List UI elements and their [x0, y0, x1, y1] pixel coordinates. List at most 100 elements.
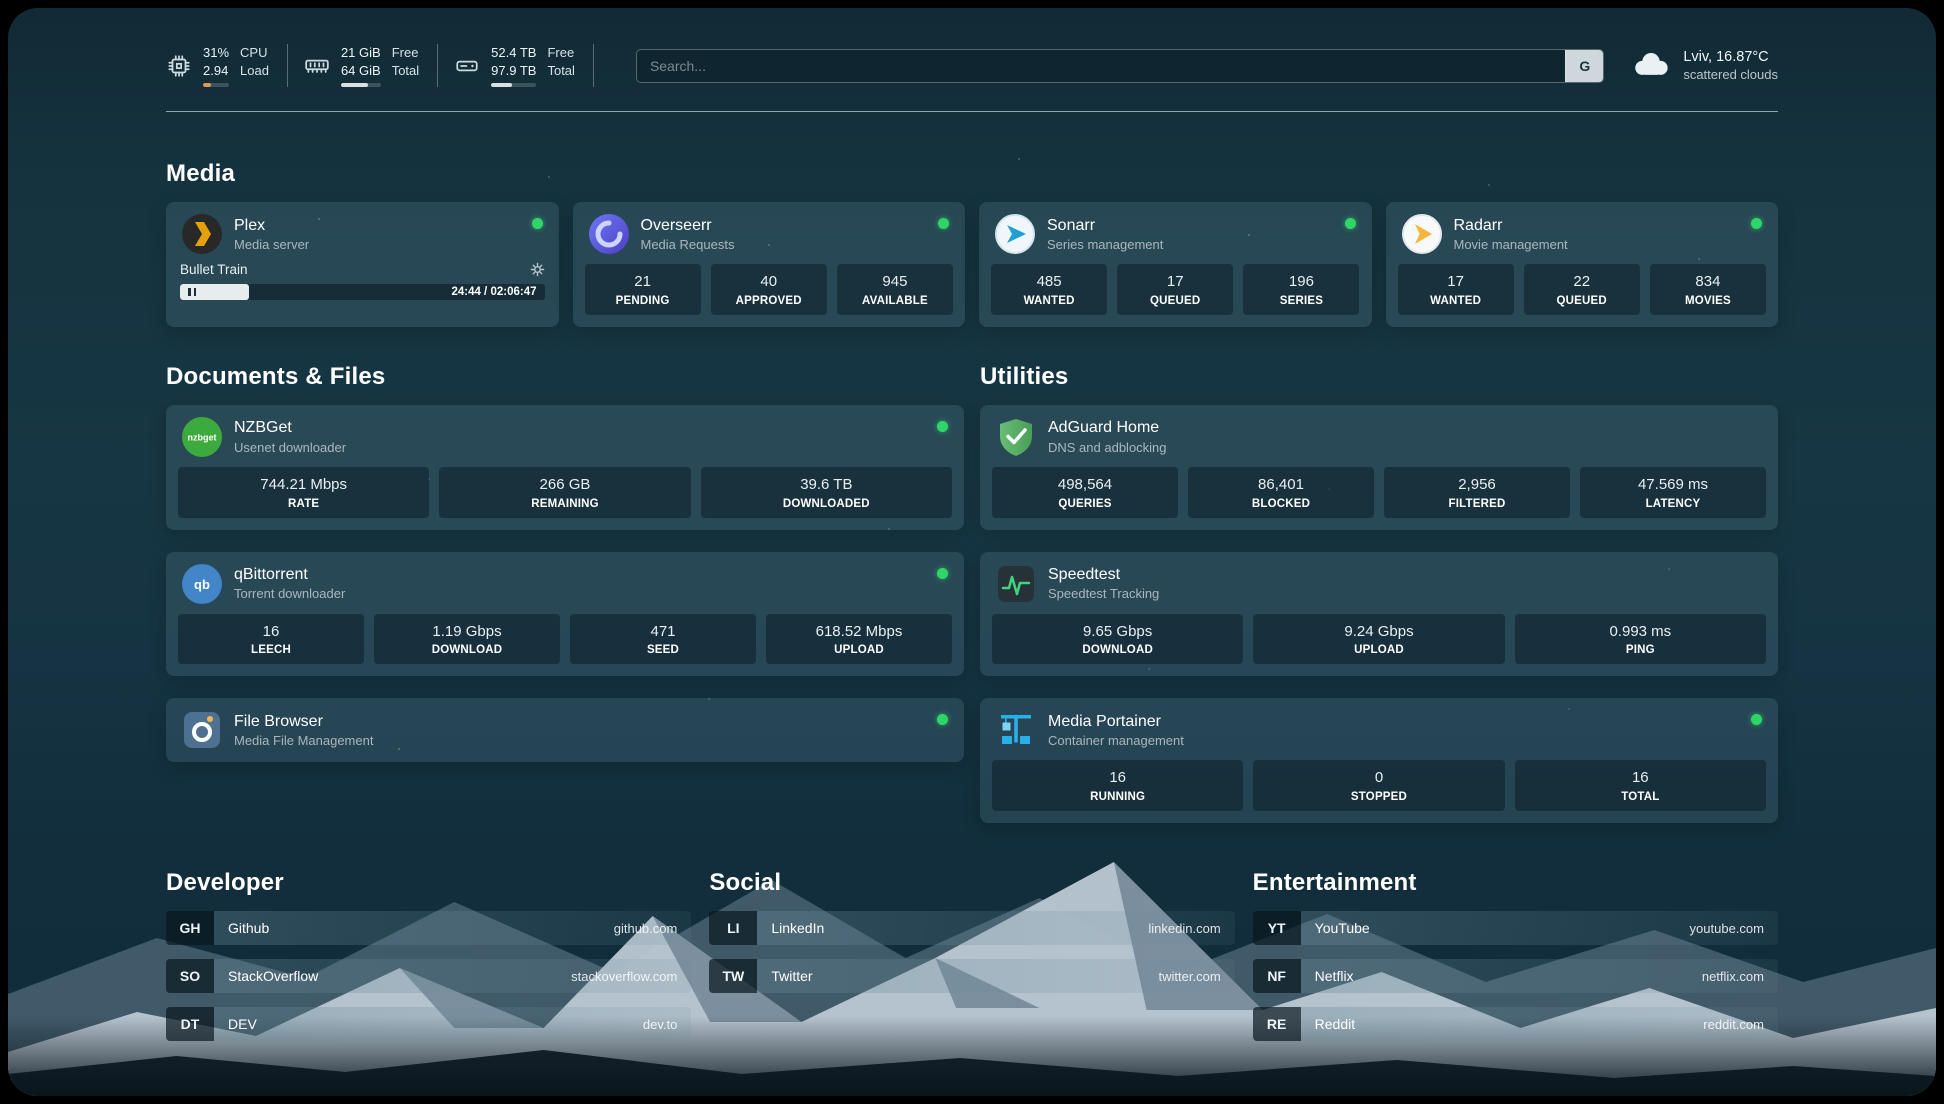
- bookmark-twitter[interactable]: TW Twitter twitter.com: [709, 959, 1234, 993]
- adguard-card[interactable]: AdGuard Home DNS and adblocking 498,564 …: [980, 405, 1778, 530]
- stat-total: 16 TOTAL: [1515, 760, 1766, 811]
- disk-icon: [454, 53, 480, 79]
- app-subtitle: Torrent downloader: [234, 586, 345, 602]
- portainer-icon: [996, 710, 1036, 750]
- stat-leech: 16 LEECH: [178, 614, 364, 665]
- overseerr-card[interactable]: Overseerr Media Requests 21 PENDING 40 A…: [573, 202, 966, 327]
- stat-movies: 834 MOVIES: [1650, 264, 1766, 315]
- svg-text:qb: qb: [194, 577, 210, 592]
- bookmark-name: StackOverflow: [228, 968, 318, 984]
- stat-seed: 471 SEED: [570, 614, 756, 665]
- app-subtitle: Movie management: [1454, 237, 1568, 253]
- settings-gear-icon[interactable]: [530, 262, 545, 277]
- stat-queued: 17 QUEUED: [1117, 264, 1233, 315]
- now-playing-title: Bullet Train: [180, 262, 248, 277]
- memory-free-value: 21 GiB: [341, 44, 381, 62]
- nzbget-icon: nzbget: [182, 417, 222, 457]
- cpu-load-label: Load: [240, 62, 269, 80]
- stat-series: 196 SERIES: [1243, 264, 1359, 315]
- weather-location: Lviv, 16.87°C: [1683, 48, 1778, 67]
- bookmark-name: Twitter: [771, 968, 812, 984]
- stat-queued: 22 QUEUED: [1524, 264, 1640, 315]
- header-divider: [166, 111, 1778, 112]
- app-name: Media Portainer: [1048, 712, 1184, 731]
- bookmark-reddit[interactable]: RE Reddit reddit.com: [1253, 1007, 1778, 1041]
- stat-available: 945 AVAILABLE: [837, 264, 953, 315]
- bookmark-url: netflix.com: [1702, 969, 1764, 984]
- memory-usage-bar: [341, 83, 381, 87]
- disk-total-value: 97.9 TB: [491, 62, 536, 80]
- memory-widget: 21 GiB 64 GiB Free Total: [304, 44, 438, 87]
- search-input[interactable]: [637, 50, 1565, 82]
- sonarr-card[interactable]: Sonarr Series management 485 WANTED 17 Q…: [979, 202, 1372, 327]
- qbittorrent-card[interactable]: qb qBittorrent Torrent downloader: [166, 552, 964, 677]
- bookmark-dev[interactable]: DT DEV dev.to: [166, 1007, 691, 1041]
- search-provider-button[interactable]: G: [1565, 50, 1603, 82]
- stat-remaining: 266 GB REMAINING: [439, 467, 690, 518]
- bookmark-abbr: LI: [709, 911, 757, 945]
- app-name: qBittorrent: [234, 565, 345, 584]
- memory-icon: [304, 53, 330, 79]
- bookmark-name: Reddit: [1315, 1016, 1355, 1032]
- status-dot: [1751, 218, 1762, 229]
- bookmark-name: YouTube: [1315, 920, 1370, 936]
- stat-queries: 498,564 QUERIES: [992, 467, 1178, 518]
- bookmark-url: stackoverflow.com: [571, 969, 677, 984]
- resource-widgets: 31% 2.94 CPU Load: [166, 44, 610, 87]
- status-dot: [937, 568, 948, 579]
- top-bar: 31% 2.94 CPU Load: [166, 8, 1778, 87]
- app-name: Radarr: [1454, 216, 1568, 235]
- bookmark-url: youtube.com: [1690, 921, 1764, 936]
- stat-stopped: 0 STOPPED: [1253, 760, 1504, 811]
- plex-now-playing: Bullet Train: [178, 262, 547, 300]
- bookmark-name: LinkedIn: [771, 920, 824, 936]
- utilities-section-title: Utilities: [980, 363, 1778, 391]
- nzbget-card[interactable]: nzbget NZBGet Usenet downloader 74: [166, 405, 964, 530]
- bookmark-stackoverflow[interactable]: SO StackOverflow stackoverflow.com: [166, 959, 691, 993]
- radarr-card[interactable]: Radarr Movie management 17 WANTED 22 QUE…: [1386, 202, 1779, 327]
- app-subtitle: Usenet downloader: [234, 440, 346, 456]
- bookmark-abbr: YT: [1253, 911, 1301, 945]
- qbittorrent-icon: qb: [182, 564, 222, 604]
- bookmark-name: Netflix: [1315, 968, 1354, 984]
- memory-total-value: 64 GiB: [341, 62, 381, 80]
- bookmark-url: linkedin.com: [1148, 921, 1220, 936]
- app-name: Speedtest: [1048, 565, 1159, 584]
- stat-blocked: 86,401 BLOCKED: [1188, 467, 1374, 518]
- cpu-usage-bar: [203, 83, 229, 87]
- app-name: Plex: [234, 216, 309, 235]
- speedtest-card[interactable]: Speedtest Speedtest Tracking 9.65 Gbps D…: [980, 552, 1778, 677]
- bookmark-youtube[interactable]: YT YouTube youtube.com: [1253, 911, 1778, 945]
- app-name: Overseerr: [641, 216, 735, 235]
- sonarr-icon: [995, 214, 1035, 254]
- bookmark-github[interactable]: GH Github github.com: [166, 911, 691, 945]
- section-utilities: Utilities: [980, 363, 1778, 823]
- pause-button[interactable]: [188, 288, 196, 296]
- app-subtitle: Container management: [1048, 733, 1184, 749]
- bookmark-abbr: SO: [166, 959, 214, 993]
- bookmark-url: reddit.com: [1703, 1017, 1764, 1032]
- disk-free-value: 52.4 TB: [491, 44, 536, 62]
- cpu-percent-value: 31%: [203, 44, 229, 62]
- portainer-card[interactable]: Media Portainer Container management 16 …: [980, 698, 1778, 823]
- stat-approved: 40 APPROVED: [711, 264, 827, 315]
- stat-ping: 0.993 ms PING: [1515, 614, 1766, 665]
- stat-wanted: 485 WANTED: [991, 264, 1107, 315]
- playback-progress-bar: 24:44 / 02:06:47: [180, 284, 545, 300]
- documents-section-title: Documents & Files: [166, 363, 964, 391]
- app-subtitle: DNS and adblocking: [1048, 440, 1167, 456]
- speedtest-icon: [996, 564, 1036, 604]
- stat-upload: 9.24 Gbps UPLOAD: [1253, 614, 1504, 665]
- section-media: Media Plex Media server: [166, 160, 1778, 327]
- plex-card[interactable]: Plex Media server Bullet Train: [166, 202, 559, 327]
- cpu-icon: [166, 53, 192, 79]
- section-social: Social LI LinkedIn linkedin.com TW Twitt…: [709, 869, 1234, 1041]
- bookmark-linkedin[interactable]: LI LinkedIn linkedin.com: [709, 911, 1234, 945]
- bookmark-netflix[interactable]: NF Netflix netflix.com: [1253, 959, 1778, 993]
- stat-pending: 21 PENDING: [585, 264, 701, 315]
- app-subtitle: Speedtest Tracking: [1048, 586, 1159, 602]
- weather-condition: scattered clouds: [1683, 67, 1778, 84]
- filebrowser-card[interactable]: File Browser Media File Management: [166, 698, 964, 762]
- stat-latency: 47.569 ms LATENCY: [1580, 467, 1766, 518]
- stat-wanted: 17 WANTED: [1398, 264, 1514, 315]
